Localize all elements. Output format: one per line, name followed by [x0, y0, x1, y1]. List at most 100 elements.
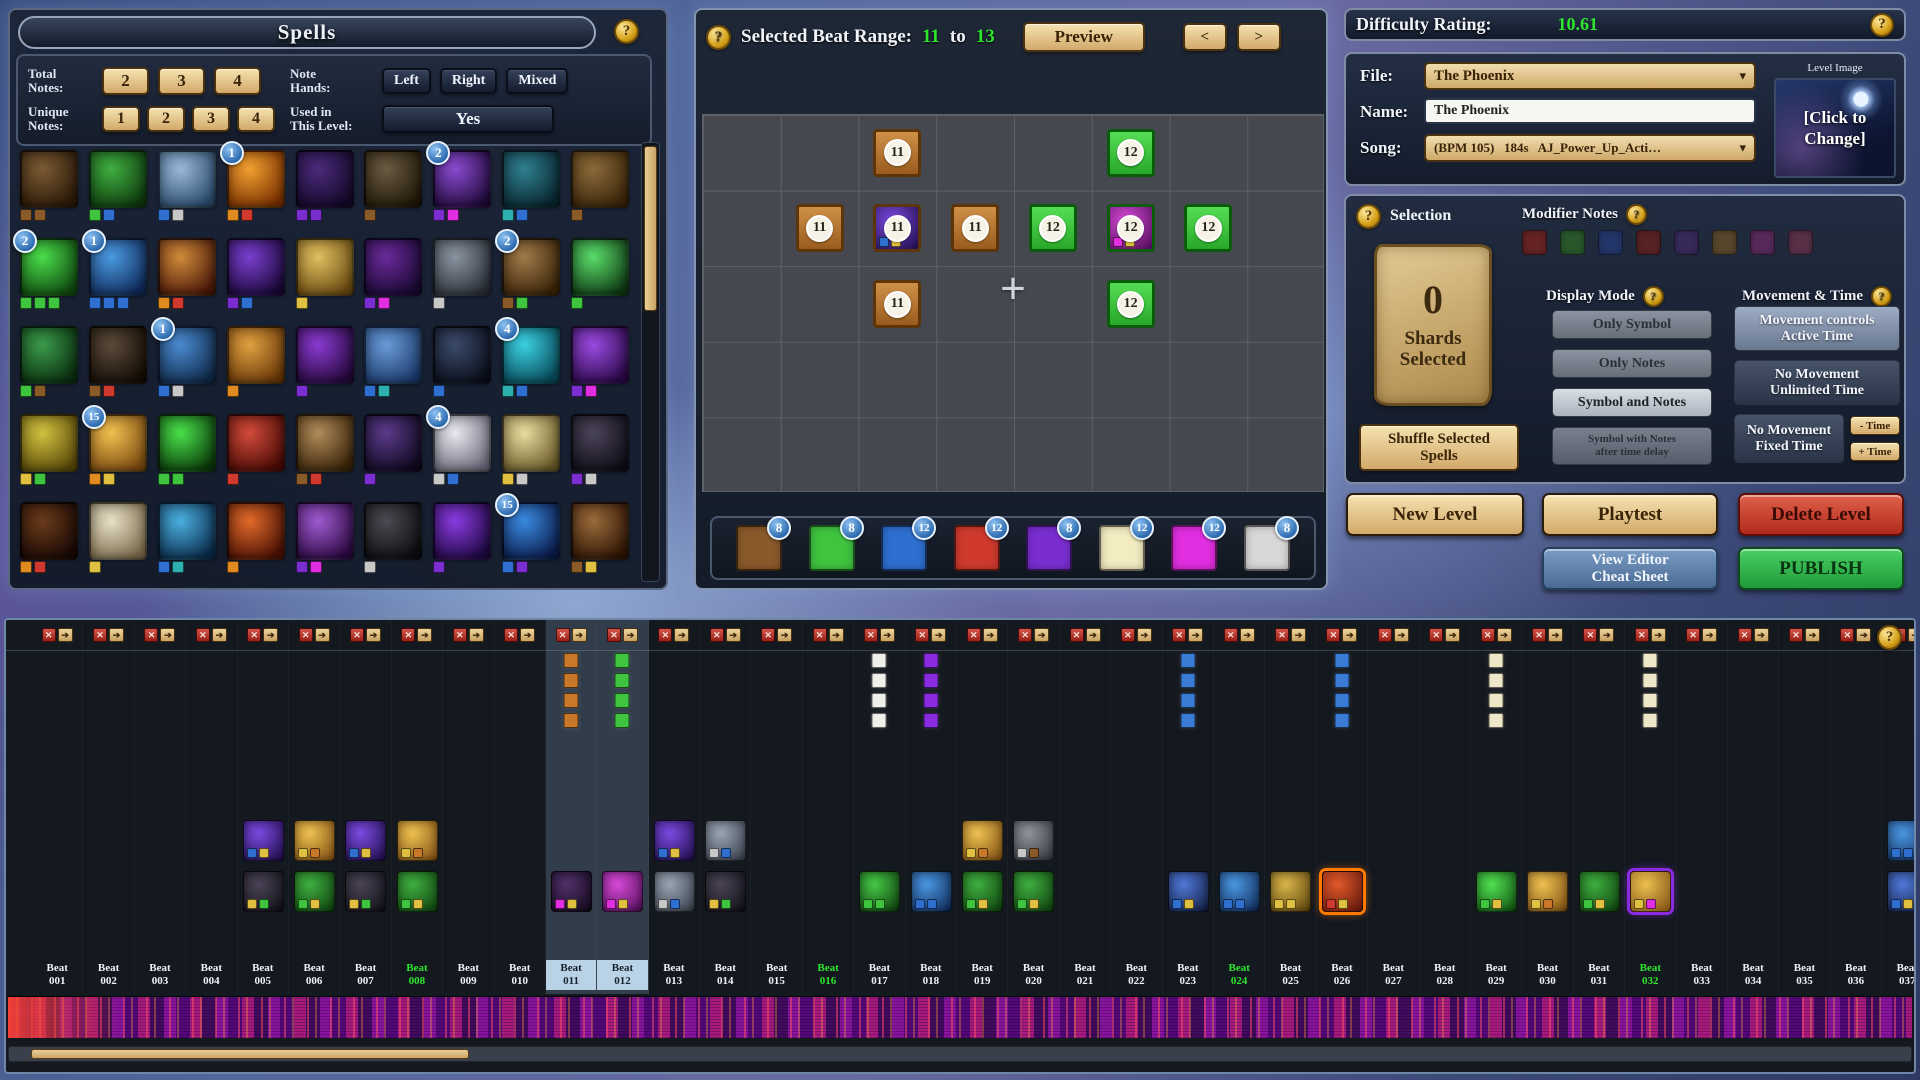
- time-minus-button[interactable]: - Time: [1850, 416, 1900, 435]
- timeline-beat-column-037[interactable]: ✕➔Beat037: [1882, 620, 1914, 994]
- note-color-tile[interactable]: 12: [1099, 525, 1145, 571]
- spell-icon[interactable]: [227, 414, 287, 487]
- beat-jump-icon[interactable]: ➔: [1805, 628, 1820, 642]
- beat-jump-icon[interactable]: ➔: [1086, 628, 1101, 642]
- spell-icon[interactable]: [433, 238, 493, 311]
- filter-unique-notes-2[interactable]: 2: [147, 106, 185, 132]
- spell-icon[interactable]: [296, 502, 356, 575]
- beat-jump-icon[interactable]: ➔: [315, 628, 330, 642]
- timeline-spell-icon[interactable]: [294, 820, 335, 861]
- beat-delete-icon[interactable]: ✕: [196, 628, 210, 642]
- level-name-input[interactable]: [1424, 98, 1756, 124]
- spell-icon[interactable]: [227, 502, 287, 575]
- timeline-beat-column-020[interactable]: ✕➔Beat020: [1008, 620, 1059, 994]
- timeline-beat-column-021[interactable]: ✕➔Beat021: [1060, 620, 1111, 994]
- beat-jump-icon[interactable]: ➔: [829, 628, 844, 642]
- spell-icon[interactable]: [227, 238, 287, 311]
- beat-label-026[interactable]: Beat026: [1317, 960, 1367, 990]
- timeline-help-button[interactable]: ?: [1877, 625, 1902, 650]
- spell-icon[interactable]: [89, 150, 149, 223]
- beat-label-014[interactable]: Beat014: [700, 960, 750, 990]
- spells-help-button[interactable]: ?: [614, 19, 639, 44]
- timeline-spell-icon[interactable]: [962, 871, 1003, 912]
- beat-jump-icon[interactable]: ➔: [1856, 628, 1871, 642]
- timeline-spell-icon[interactable]: [1013, 820, 1054, 861]
- timeline-beat-column-004[interactable]: ✕➔Beat004: [186, 620, 237, 994]
- spell-icon[interactable]: 15: [502, 502, 562, 575]
- spell-icon[interactable]: [502, 414, 562, 487]
- spell-icon[interactable]: [20, 502, 80, 575]
- movement-active-time-button[interactable]: Movement controls Active Time: [1734, 306, 1900, 351]
- spell-icon[interactable]: [158, 414, 218, 487]
- timeline-spell-icon[interactable]: [243, 820, 284, 861]
- beat-label-012[interactable]: Beat012: [597, 960, 647, 990]
- beat-jump-icon[interactable]: ➔: [880, 628, 895, 642]
- new-level-button[interactable]: New Level: [1346, 493, 1524, 536]
- file-dropdown[interactable]: The Phoenix ▾: [1424, 62, 1756, 90]
- display-mode-symbol-and-notes[interactable]: Symbol and Notes: [1552, 388, 1712, 417]
- beat-delete-icon[interactable]: ✕: [1738, 628, 1752, 642]
- timeline-spell-icon[interactable]: [1219, 871, 1260, 912]
- filter-used-in-level-toggle[interactable]: Yes: [382, 105, 554, 133]
- display-mode-only-notes[interactable]: Only Notes: [1552, 349, 1712, 378]
- beat-grid-note[interactable]: 11: [873, 280, 921, 328]
- shuffle-selected-spells-button[interactable]: Shuffle Selected Spells: [1359, 424, 1519, 471]
- beat-label-017[interactable]: Beat017: [854, 960, 904, 990]
- beat-delete-icon[interactable]: ✕: [1275, 628, 1289, 642]
- timeline-spell-icon[interactable]: [1476, 871, 1517, 912]
- beat-jump-icon[interactable]: ➔: [1651, 628, 1666, 642]
- beat-jump-icon[interactable]: ➔: [263, 628, 278, 642]
- timeline-spell-icon[interactable]: [962, 820, 1003, 861]
- spells-scrollbar-thumb[interactable]: [644, 146, 657, 311]
- spell-icon[interactable]: [20, 326, 80, 399]
- spell-icon[interactable]: 4: [502, 326, 562, 399]
- playtest-button[interactable]: Playtest: [1542, 493, 1718, 536]
- timeline-beat-column-013[interactable]: ✕➔Beat013: [649, 620, 700, 994]
- spell-icon[interactable]: [158, 150, 218, 223]
- filter-total-notes-2[interactable]: 2: [102, 67, 149, 95]
- modifier-note-button[interactable]: [1712, 230, 1737, 255]
- spell-icon[interactable]: 1: [89, 238, 149, 311]
- timeline-beat-column-012[interactable]: ✕➔ Beat012: [597, 620, 648, 994]
- beat-delete-icon[interactable]: ✕: [761, 628, 775, 642]
- beat-delete-icon[interactable]: ✕: [350, 628, 364, 642]
- beat-delete-icon[interactable]: ✕: [1224, 628, 1238, 642]
- delete-level-button[interactable]: Delete Level: [1738, 493, 1904, 536]
- beat-jump-icon[interactable]: ➔: [726, 628, 741, 642]
- modifier-note-button[interactable]: [1522, 230, 1547, 255]
- spell-icon[interactable]: [433, 502, 493, 575]
- beat-grid-note[interactable]: 12: [1107, 129, 1155, 177]
- timeline-spell-icon[interactable]: [1013, 871, 1054, 912]
- timeline-beat-column-019[interactable]: ✕➔Beat019: [957, 620, 1008, 994]
- beat-delete-icon[interactable]: ✕: [813, 628, 827, 642]
- spell-icon[interactable]: [364, 238, 424, 311]
- beat-jump-icon[interactable]: ➔: [212, 628, 227, 642]
- timeline-spell-icon[interactable]: [1168, 871, 1209, 912]
- spell-icon[interactable]: [364, 326, 424, 399]
- timeline-beat-column-029[interactable]: ✕➔Beat029: [1471, 620, 1522, 994]
- beat-label-021[interactable]: Beat021: [1060, 960, 1110, 990]
- note-color-tile[interactable]: 8: [809, 525, 855, 571]
- beat-jump-icon[interactable]: ➔: [674, 628, 689, 642]
- note-color-tile[interactable]: 8: [736, 525, 782, 571]
- timeline-spell-icon[interactable]: [602, 871, 643, 912]
- beat-delete-icon[interactable]: ✕: [556, 628, 570, 642]
- beat-jump-icon[interactable]: ➔: [623, 628, 638, 642]
- beat-jump-icon[interactable]: ➔: [983, 628, 998, 642]
- beat-delete-icon[interactable]: ✕: [247, 628, 261, 642]
- beat-label-030[interactable]: Beat030: [1522, 960, 1572, 990]
- timeline-beat-column-036[interactable]: ✕➔Beat036: [1831, 620, 1882, 994]
- modifier-notes-help-button[interactable]: ?: [1626, 204, 1647, 225]
- timeline-beat-column-033[interactable]: ✕➔Beat033: [1677, 620, 1728, 994]
- filter-total-notes-4[interactable]: 4: [214, 67, 261, 95]
- timeline-scrollbar-thumb[interactable]: [31, 1049, 469, 1059]
- spell-icon[interactable]: [364, 414, 424, 487]
- beat-delete-icon[interactable]: ✕: [1635, 628, 1649, 642]
- beat-jump-icon[interactable]: ➔: [58, 628, 73, 642]
- beat-delete-icon[interactable]: ✕: [607, 628, 621, 642]
- timeline-beat-column-008[interactable]: ✕➔Beat008: [392, 620, 443, 994]
- no-movement-fixed-button[interactable]: No Movement Fixed Time: [1734, 414, 1844, 463]
- prev-beat-button[interactable]: <: [1183, 23, 1227, 51]
- beat-delete-icon[interactable]: ✕: [658, 628, 672, 642]
- timeline-spell-icon[interactable]: [911, 871, 952, 912]
